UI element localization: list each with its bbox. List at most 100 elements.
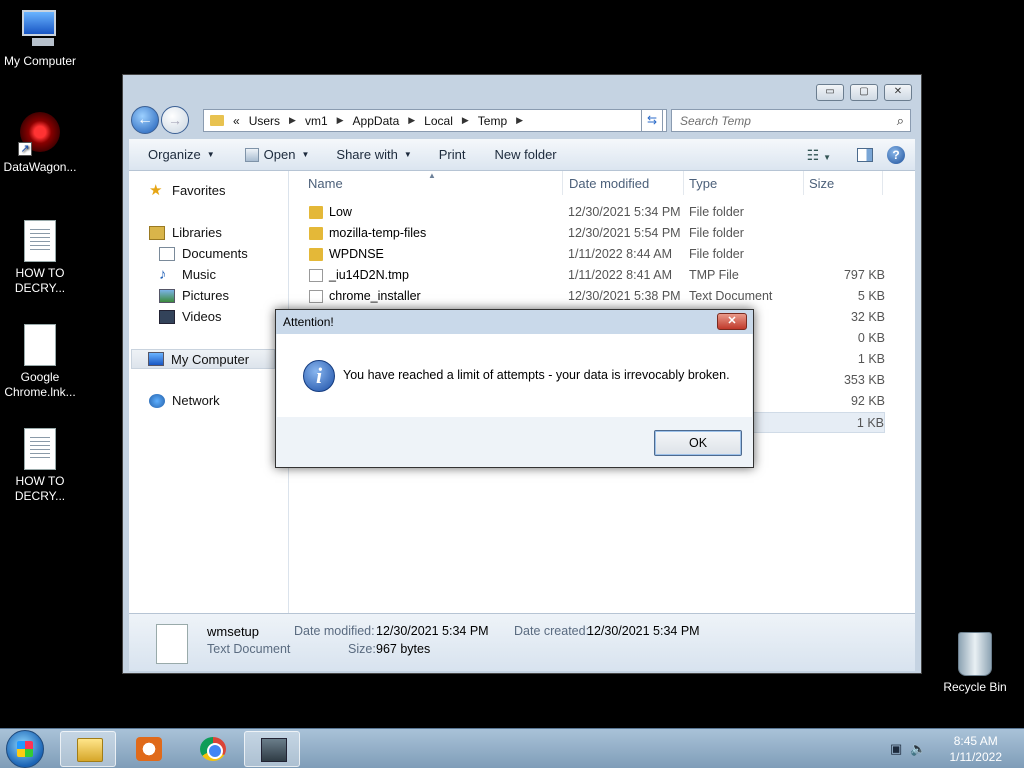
ok-button[interactable]: OK [654,430,742,456]
back-arrow-icon: ← [137,111,153,128]
file-row[interactable]: Low 12/30/2021 5:34 PM File folder [302,202,885,223]
breadcrumb-users[interactable]: Users [249,114,280,128]
file-row[interactable]: mozilla-temp-files 12/30/2021 5:54 PM File… [302,223,885,244]
breadcrumb-temp[interactable]: Temp [478,114,507,128]
forward-button[interactable]: → [161,106,189,134]
clock-date: 1/11/2022 [949,750,1003,764]
minimize-button[interactable]: ▭ [816,84,844,101]
breadcrumb-chevron-icon[interactable]: ▶ [516,115,523,126]
taskbar-explorer[interactable] [60,731,116,767]
file-icon [309,269,323,282]
breadcrumb-chevron-icon[interactable]: ▶ [408,115,415,126]
folder-icon [309,206,323,219]
column-date-modified[interactable]: Date modified [569,176,649,191]
breadcrumb-appdata[interactable]: AppData [353,114,400,128]
text-document-icon [24,220,56,262]
desktop-icon-label: Recycle Bin [943,680,1007,694]
file-name: mozilla-temp-files [329,226,427,240]
file-row[interactable]: chrome_installer 12/30/2021 5:38 PM Text D… [302,286,885,307]
column-name[interactable]: Name [308,176,343,191]
back-button[interactable]: ← [131,106,159,134]
datawagon-icon: ↗ [18,112,62,156]
nav-pictures[interactable]: Pictures [159,288,229,303]
dialog-body: i You have reached a limit of attempts -… [277,334,752,417]
breadcrumb-overflow[interactable]: « [233,114,240,128]
maximize-button[interactable]: ▢ [850,84,878,101]
window-titlebar[interactable]: ▭ ▢ ✕ [123,75,921,103]
address-row: ← → « Users ▶ vm1 ▶ AppData ▶ Local ▶ Te… [131,106,913,134]
nav-network[interactable]: Network [149,393,220,408]
dialog-close-button[interactable]: ✕ [717,313,747,330]
nav-my-computer[interactable]: My Computer [131,349,275,369]
nav-music[interactable]: ♪ Music [159,265,216,283]
desktop-icon-my-computer[interactable]: My Computer [0,10,80,69]
new-folder-button[interactable]: New folder [494,147,556,162]
nav-label: Libraries [172,225,222,240]
nav-documents[interactable]: Documents [159,246,248,261]
desktop-icon-datawagon[interactable]: ↗ DataWagon... [0,112,80,175]
nav-label: Music [182,267,216,282]
open-button[interactable]: Open ▼ [244,147,310,162]
help-icon[interactable]: ? [887,146,905,164]
explorer-icon [77,738,103,762]
file-name: chrome_installer [329,289,421,303]
app-icon [261,738,287,762]
file-row[interactable]: WPDNSE 1/11/2022 8:44 AM File folder [302,244,885,265]
file-name: WPDNSE [329,247,384,261]
desktop-icon-how-to-decrypt-1[interactable]: HOW TO DECRY... [0,220,80,296]
file-type: File folder [689,247,744,261]
file-date: 1/11/2022 8:44 AM [568,247,673,261]
desktop-icon-how-to-decrypt-2[interactable]: HOW TO DECRY... [0,428,80,504]
minimize-icon: ▭ [825,86,835,97]
change-view-icon[interactable]: ☷ ▼ [807,147,831,164]
sort-ascending-icon: ▲ [428,171,436,180]
address-bar[interactable]: « Users ▶ vm1 ▶ AppData ▶ Local ▶ Temp ▶… [203,109,667,132]
nav-label: Documents [182,246,248,261]
nav-label: My Computer [171,351,250,367]
preview-pane-icon[interactable] [857,148,873,162]
taskbar-app[interactable] [244,731,300,767]
chevron-down-icon: ▼ [301,150,310,159]
desktop-icon-recycle-bin[interactable]: Recycle Bin [935,632,1015,695]
dialog-titlebar[interactable]: Attention! ✕ [276,310,753,334]
breadcrumb-chevron-icon[interactable]: ▶ [337,115,344,126]
pictures-icon [159,288,175,303]
clock[interactable]: 8:45 AM 1/11/2022 [950,733,1003,765]
new-folder-label: New folder [494,147,557,162]
taskbar-media-player[interactable] [120,731,176,767]
close-button[interactable]: ✕ [884,84,912,101]
file-date: 12/30/2021 5:54 PM [568,226,681,240]
column-type[interactable]: Type [689,176,717,191]
organize-button[interactable]: Organize ▼ [148,147,215,162]
nav-libraries[interactable]: Libraries [149,225,222,240]
start-button[interactable] [6,730,44,768]
file-size: 1 KB [857,352,885,366]
refresh-button[interactable]: ⇆ [641,109,663,132]
nav-videos[interactable]: Videos [159,309,222,324]
breadcrumb-chevron-icon[interactable]: ▶ [289,115,296,126]
music-icon: ♪ [159,265,167,283]
attention-dialog: Attention! ✕ i You have reached a limit … [275,309,754,468]
dialog-title: Attention! [283,315,334,329]
file-name: _iu14D2N.tmp [329,268,409,282]
share-with-button[interactable]: Share with ▼ [336,147,411,162]
search-icon[interactable]: ⌕ [897,113,904,129]
taskbar-chrome[interactable] [184,731,240,767]
folder-icon [210,115,224,126]
network-tray-icon[interactable]: ▣ [890,741,902,757]
file-row[interactable]: _iu14D2N.tmp 1/11/2022 8:41 AM TMP File 797… [302,265,885,286]
file-type: File folder [689,226,744,240]
column-size[interactable]: Size [809,176,834,191]
desktop-icon-google-chrome[interactable]: Google Chrome.lnk... [0,324,80,400]
search-input[interactable]: Search Temp ⌕ [671,109,911,132]
volume-icon[interactable]: 🔈 [910,741,926,757]
navigation-pane: ★ Favorites Libraries Documents ♪ Music Pi… [129,171,289,613]
breadcrumb-local[interactable]: Local [424,114,453,128]
breadcrumb-vm1[interactable]: vm1 [305,114,328,128]
print-button[interactable]: Print [439,147,466,162]
nav-favorites[interactable]: ★ Favorites [149,183,225,199]
desktop-icon-label: DataWagon... [3,160,77,174]
refresh-icon: ⇆ [646,113,658,127]
breadcrumb-chevron-icon[interactable]: ▶ [462,115,469,126]
command-bar: Organize ▼ Open ▼ Share with ▼ Print New fo… [129,139,915,171]
